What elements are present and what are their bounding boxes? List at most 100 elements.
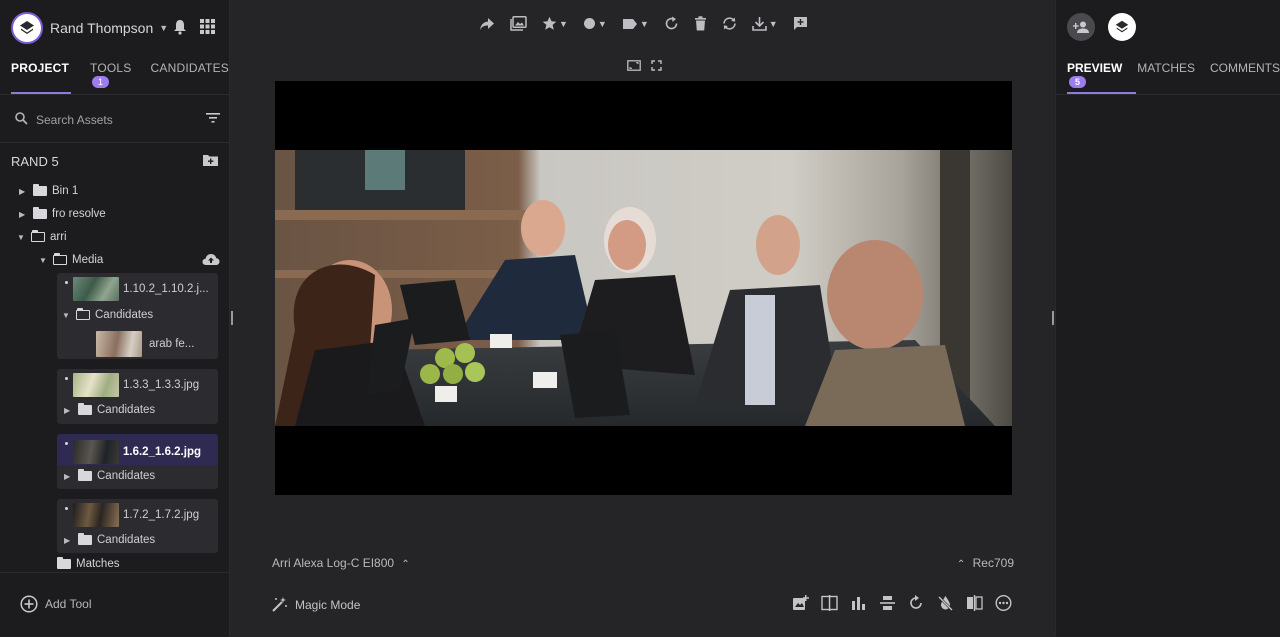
tag-icon[interactable]: ▼ — [622, 18, 649, 30]
asset-header[interactable]: 1.7.2_1.7.2.jpg — [57, 503, 199, 527]
magic-mode-button[interactable]: Magic Mode — [271, 596, 360, 613]
input-colorspace-selector[interactable]: Arri Alexa Log-C EI800 ⌃ — [272, 556, 410, 570]
search-input[interactable] — [36, 113, 186, 127]
candidates-folder[interactable]: ▼ Candidates — [62, 308, 153, 321]
add-image-icon[interactable] — [792, 595, 809, 616]
search-bar — [15, 112, 220, 128]
tree-item-label: arri — [50, 231, 67, 243]
app-logo-avatar — [11, 12, 43, 44]
chevron-right-icon[interactable]: ▶ — [64, 472, 72, 481]
tree-item-arri[interactable]: ▼ arri — [17, 230, 67, 243]
chevron-right-icon[interactable]: ▶ — [64, 536, 72, 545]
candidates-folder[interactable]: ▶ Candidates — [64, 533, 156, 546]
candidate-thumbnail — [96, 331, 142, 357]
candidates-folder[interactable]: ▶ Candidates — [64, 403, 155, 416]
tree-item-matches[interactable]: Matches — [57, 557, 119, 570]
asset-thumbnail — [73, 439, 119, 464]
status-dot — [65, 507, 68, 510]
right-tabs: PREVIEW5 MATCHES COMMENTS — [1067, 61, 1280, 89]
add-user-button[interactable] — [1067, 13, 1095, 41]
trash-icon[interactable] — [694, 16, 707, 31]
tab-project[interactable]: PROJECT — [11, 61, 69, 89]
output-colorspace-label: Rec709 — [972, 556, 1014, 570]
fit-icon[interactable] — [627, 58, 641, 76]
image-viewer[interactable] — [275, 81, 1012, 495]
divider — [0, 94, 230, 95]
candidate-item[interactable]: arab fe... — [96, 331, 194, 357]
tab-comments[interactable]: COMMENTS — [1210, 61, 1280, 89]
folder-open-icon — [31, 230, 45, 242]
chevron-down-icon: ▼ — [559, 18, 568, 29]
asset-header[interactable]: 1.3.3_1.3.3.jpg — [57, 373, 199, 397]
apps-grid-icon[interactable] — [200, 19, 215, 39]
tab-candidates[interactable]: CANDIDATES — [151, 61, 229, 89]
divider — [1056, 94, 1280, 95]
left-resize-handle[interactable] — [231, 311, 233, 325]
output-colorspace-selector[interactable]: ⌃ Rec709 — [957, 556, 1014, 570]
chevron-down-icon: ▼ — [597, 18, 607, 29]
asset-card-selected[interactable]: 1.6.2_1.6.2.jpg ▶ Candidates — [57, 434, 218, 489]
add-tool-button[interactable]: Add Tool — [20, 595, 91, 613]
asset-header[interactable]: 1.6.2_1.6.2.jpg — [57, 434, 218, 465]
asset-card[interactable]: 1.10.2_1.10.2.j... ▼ Candidates arab fe.… — [57, 273, 218, 359]
histogram-icon[interactable] — [850, 595, 867, 616]
tools-count-badge: 1 — [92, 76, 110, 88]
bell-icon[interactable] — [173, 19, 187, 40]
share-icon[interactable] — [479, 17, 495, 31]
tab-matches[interactable]: MATCHES — [1137, 61, 1195, 89]
chevron-right-icon[interactable]: ▶ — [19, 210, 27, 219]
left-sidebar: Rand Thompson ▼ PROJECT TOOLS1 CANDIDATE… — [0, 0, 230, 637]
hide-color-icon[interactable] — [937, 595, 954, 616]
candidates-label: Candidates — [97, 470, 156, 482]
compare-icon[interactable] — [821, 595, 838, 616]
asset-card[interactable]: 1.7.2_1.7.2.jpg ▶ Candidates — [57, 499, 218, 553]
folder-icon — [57, 557, 71, 569]
top-toolbar: ▼ ▼ ▼ ▼ — [479, 16, 808, 31]
fullscreen-icon[interactable] — [651, 58, 662, 76]
candidates-folder[interactable]: ▶ Candidates — [64, 469, 156, 482]
tree-item-bin1[interactable]: ▶ Bin 1 — [19, 184, 79, 197]
user-menu[interactable]: Rand Thompson ▼ — [11, 12, 221, 44]
asset-thumbnail — [73, 503, 119, 527]
chevron-right-icon[interactable]: ▶ — [64, 406, 72, 415]
magic-mode-label: Magic Mode — [295, 597, 361, 612]
reset-icon[interactable] — [664, 16, 679, 31]
chevron-down-icon[interactable]: ▼ — [17, 233, 25, 242]
workspace-logo[interactable] — [1108, 13, 1136, 41]
folder-icon — [78, 469, 92, 481]
chevron-down-icon: ▼ — [159, 23, 169, 33]
star-icon[interactable]: ▼ — [542, 16, 568, 31]
tree-item-media[interactable]: ▼ Media — [39, 253, 104, 266]
bottom-toolbar — [792, 594, 1012, 616]
chevron-down-icon[interactable]: ▼ — [62, 311, 70, 320]
folder-open-icon — [53, 253, 67, 265]
add-comment-icon[interactable] — [793, 16, 808, 31]
search-icon — [15, 112, 28, 128]
split-icon[interactable] — [879, 595, 896, 616]
tab-tools[interactable]: TOOLS1 — [90, 61, 151, 89]
filter-icon[interactable] — [206, 112, 220, 127]
circle-icon[interactable]: ▼ — [583, 17, 607, 30]
asset-card[interactable]: 1.3.3_1.3.3.jpg ▶ Candidates — [57, 369, 218, 424]
chevron-right-icon[interactable]: ▶ — [19, 187, 27, 196]
chevron-down-icon[interactable]: ▼ — [39, 256, 47, 265]
folder-icon — [78, 533, 92, 545]
tree-item-fro-resolve[interactable]: ▶ fro resolve — [19, 207, 106, 220]
gallery-icon[interactable] — [510, 16, 527, 31]
cloud-upload-icon[interactable] — [202, 253, 220, 271]
chevron-down-icon: ▼ — [768, 18, 778, 29]
right-resize-handle[interactable] — [1052, 311, 1054, 325]
tab-preview[interactable]: PREVIEW5 — [1067, 61, 1137, 89]
sync-icon[interactable] — [722, 16, 737, 31]
asset-header[interactable]: 1.10.2_1.10.2.j... — [57, 277, 209, 301]
new-folder-icon[interactable] — [203, 153, 218, 171]
folder-icon — [33, 184, 47, 196]
download-icon[interactable]: ▼ — [751, 16, 778, 31]
tree-item-label: Bin 1 — [52, 185, 79, 197]
candidates-label: Candidates — [97, 534, 156, 546]
rotate-icon[interactable] — [908, 595, 925, 616]
more-options-icon[interactable] — [995, 594, 1012, 616]
mirror-icon[interactable] — [966, 595, 983, 616]
chevron-up-icon: ⌃ — [401, 559, 410, 570]
tree-item-label: Media — [72, 254, 104, 266]
